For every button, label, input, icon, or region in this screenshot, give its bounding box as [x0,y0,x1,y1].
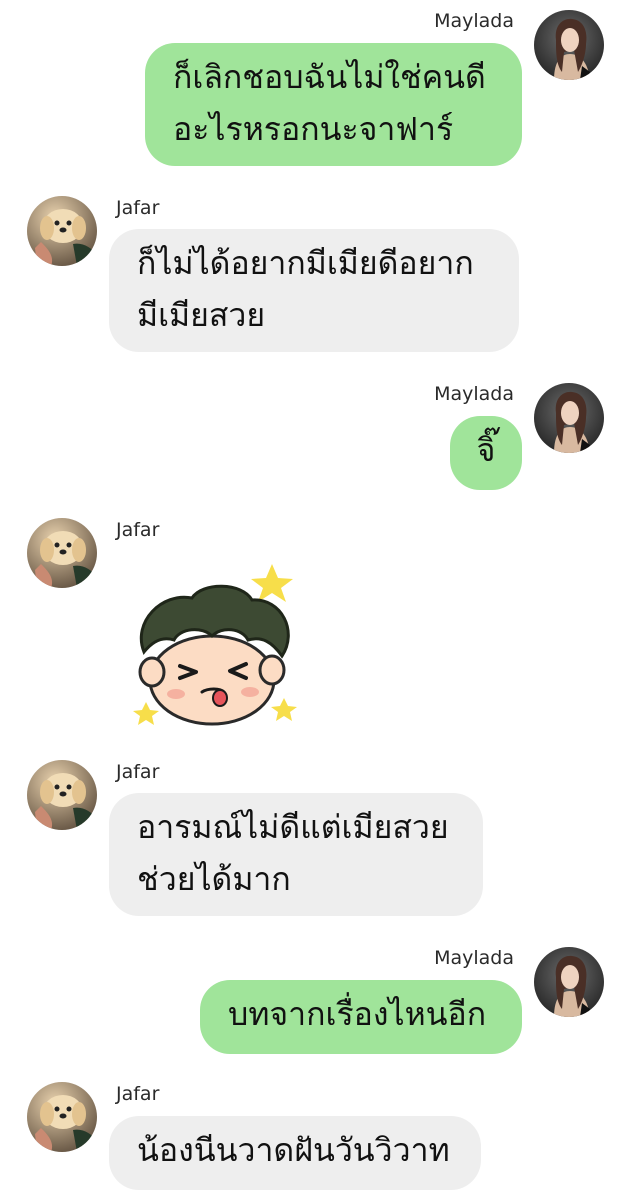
avatar[interactable] [27,196,97,266]
avatar[interactable] [27,518,97,588]
sender-name: Maylada [434,383,514,405]
message-bubble-received[interactable]: น้องนีนวาดฝันวันวิวาท [109,1116,481,1190]
message-bubble-received[interactable]: อารมณ์ไม่ดีแต่เมียสวย ช่วยได้มาก [109,793,483,916]
profile-photo-puppy-icon [27,1082,97,1152]
profile-photo-puppy-icon [27,760,97,830]
sender-name: Maylada [434,10,514,32]
avatar[interactable] [534,383,604,453]
message-bubble-sent[interactable]: บทจากเรื่องไหนอีก [200,980,522,1054]
sticker[interactable]: อะแหะ [122,552,308,732]
avatar[interactable] [534,10,604,80]
profile-photo-woman-icon [534,383,604,453]
cartoon-boy-tongue-out-sticker-icon: อะแหะ [133,564,297,726]
avatar[interactable] [27,1082,97,1152]
sender-name: Jafar [116,761,160,783]
sender-name: Jafar [116,519,160,541]
message-bubble-sent[interactable]: ก็เลิกชอบฉันไม่ใช่คนดี อะไรหรอกนะจาฟาร์ [145,43,522,166]
avatar[interactable] [534,947,604,1017]
sender-name: Maylada [434,947,514,969]
sender-name: Jafar [116,197,160,219]
profile-photo-woman-icon [534,947,604,1017]
profile-photo-woman-icon [534,10,604,80]
profile-photo-puppy-icon [27,518,97,588]
message-bubble-received[interactable]: ก็ไม่ได้อยากมีเมียดีอยาก มีเมียสวย [109,229,519,352]
avatar[interactable] [27,760,97,830]
message-bubble-sent[interactable]: จิ๊ [450,416,522,490]
sender-name: Jafar [116,1083,160,1105]
profile-photo-puppy-icon [27,196,97,266]
